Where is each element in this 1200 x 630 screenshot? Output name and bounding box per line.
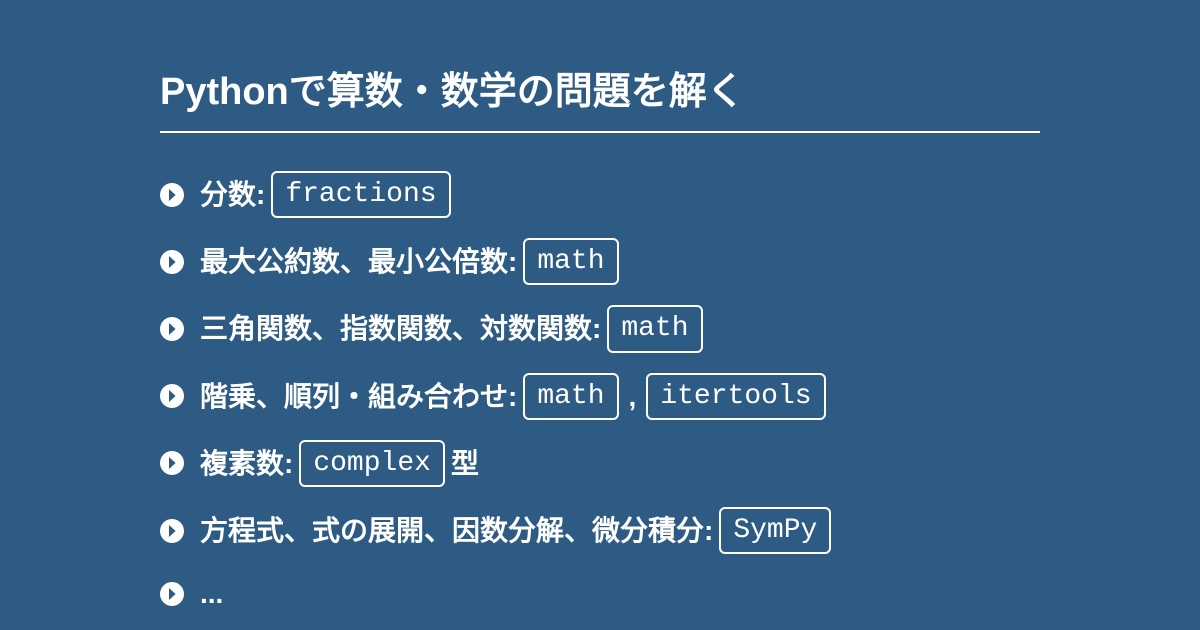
chevron-right-icon bbox=[160, 451, 184, 475]
chevron-right-icon bbox=[160, 317, 184, 341]
list-item: ... bbox=[160, 574, 1040, 613]
list-item: 複素数:complex型 bbox=[160, 440, 1040, 487]
code-tag: SymPy bbox=[719, 507, 831, 554]
list-item: 階乗、順列・組み合わせ:math,itertools bbox=[160, 373, 1040, 420]
separator: , bbox=[629, 377, 637, 416]
list-item-suffix: 型 bbox=[451, 444, 479, 483]
code-tag: math bbox=[523, 238, 618, 285]
list-item-content: 分数:fractions bbox=[200, 171, 457, 218]
list-item-label: ... bbox=[200, 574, 223, 613]
list-item-label: 分数: bbox=[200, 175, 265, 214]
list-item-label: 最大公約数、最小公倍数: bbox=[200, 242, 517, 281]
list-item: 方程式、式の展開、因数分解、微分積分:SymPy bbox=[160, 507, 1040, 554]
chevron-right-icon bbox=[160, 250, 184, 274]
code-tag: itertools bbox=[646, 373, 825, 420]
code-tag: math bbox=[523, 373, 618, 420]
chevron-right-icon bbox=[160, 519, 184, 543]
list-item: 三角関数、指数関数、対数関数:math bbox=[160, 305, 1040, 352]
code-tag: fractions bbox=[271, 171, 450, 218]
code-tag: math bbox=[607, 305, 702, 352]
list-item-content: 複素数:complex型 bbox=[200, 440, 479, 487]
chevron-right-icon bbox=[160, 183, 184, 207]
list-item-content: 階乗、順列・組み合わせ:math,itertools bbox=[200, 373, 832, 420]
list-item-label: 方程式、式の展開、因数分解、微分積分: bbox=[200, 511, 713, 550]
list-item: 最大公約数、最小公倍数:math bbox=[160, 238, 1040, 285]
list-item-content: ... bbox=[200, 574, 223, 613]
list-item-label: 三角関数、指数関数、対数関数: bbox=[200, 309, 601, 348]
code-tag: complex bbox=[299, 440, 445, 487]
list-item: 分数:fractions bbox=[160, 171, 1040, 218]
chevron-right-icon bbox=[160, 582, 184, 606]
list-item-label: 階乗、順列・組み合わせ: bbox=[200, 377, 517, 416]
topic-list: 分数:fractions最大公約数、最小公倍数:math三角関数、指数関数、対数… bbox=[160, 171, 1040, 613]
list-item-content: 最大公約数、最小公倍数:math bbox=[200, 238, 625, 285]
list-item-content: 方程式、式の展開、因数分解、微分積分:SymPy bbox=[200, 507, 837, 554]
chevron-right-icon bbox=[160, 384, 184, 408]
list-item-content: 三角関数、指数関数、対数関数:math bbox=[200, 305, 709, 352]
page-title: Pythonで算数・数学の問題を解く bbox=[160, 60, 1040, 133]
list-item-label: 複素数: bbox=[200, 444, 293, 483]
